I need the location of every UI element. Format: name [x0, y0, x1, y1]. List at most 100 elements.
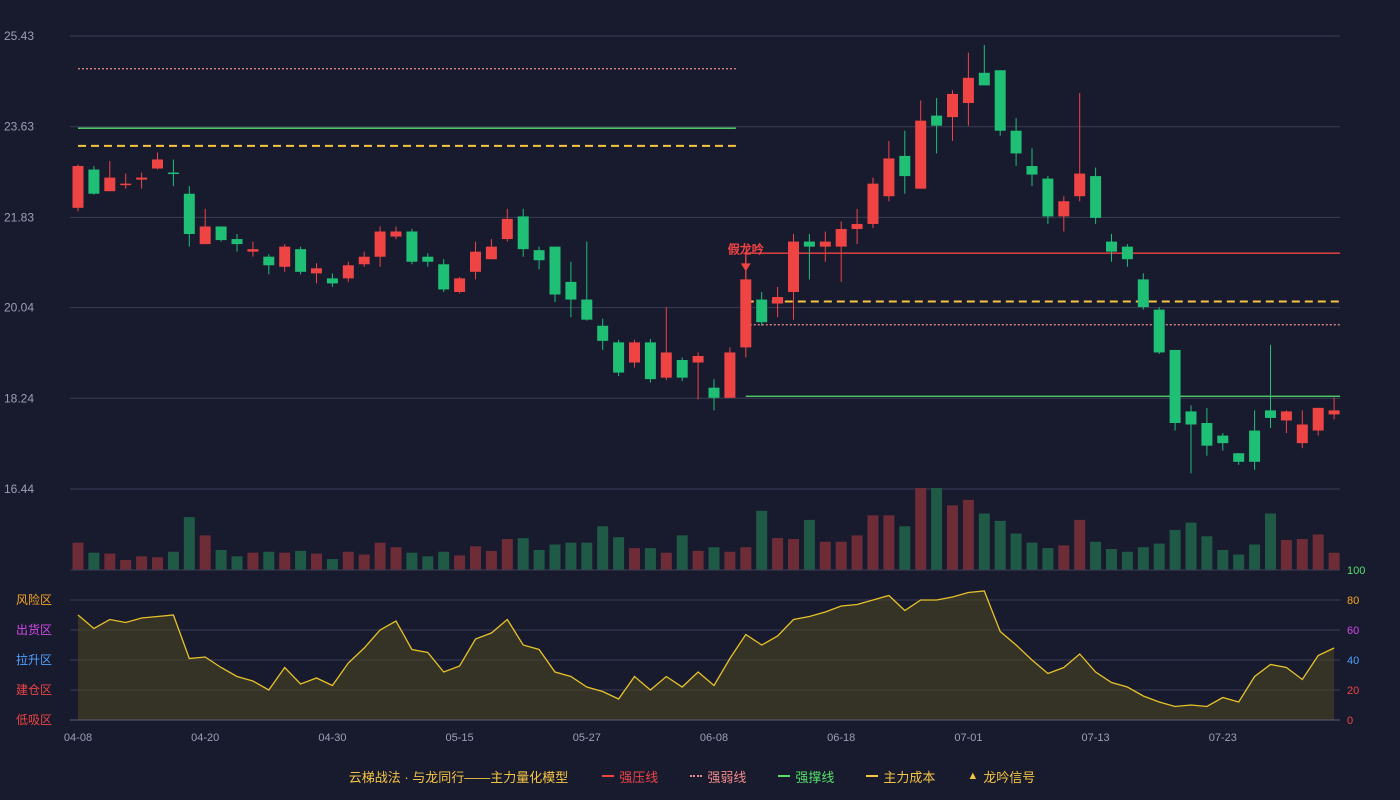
- volume-bar: [565, 542, 577, 570]
- candle-body: [1058, 201, 1070, 217]
- x-tick-label: 05-27: [573, 732, 601, 744]
- candle-body: [803, 241, 815, 247]
- volume-bar: [279, 552, 291, 570]
- volume-bar: [851, 535, 863, 570]
- volume-bar: [215, 549, 227, 570]
- x-tick-label: 05-15: [446, 732, 474, 744]
- legend-item-signal[interactable]: ▲ 龙吟信号: [967, 767, 1035, 786]
- candle-body: [931, 115, 943, 126]
- price-tick-label: 23.63: [4, 120, 34, 134]
- volume-bar: [1090, 541, 1102, 570]
- oscillator-zone-label: 风险区: [16, 592, 52, 607]
- candle-body: [152, 159, 163, 169]
- volume-bar: [549, 544, 561, 570]
- candle-body: [1137, 279, 1149, 308]
- candle-body: [994, 70, 1006, 131]
- legend-label: 强弱线: [707, 769, 747, 785]
- x-tick-label: 07-23: [1209, 732, 1237, 744]
- volume-bar: [342, 551, 354, 570]
- candle-body: [835, 228, 847, 247]
- legend-item-strong-pressure[interactable]: 强压线: [602, 767, 658, 786]
- price-grid: [70, 35, 1340, 490]
- volume-bar: [676, 535, 688, 570]
- volume-bar: [533, 549, 545, 570]
- candle-body: [120, 183, 132, 186]
- price-tick-label: 25.43: [4, 29, 34, 43]
- candle-body: [390, 231, 402, 237]
- legend-item-strong-weak[interactable]: 强弱线: [690, 767, 746, 786]
- candle-body: [613, 342, 625, 373]
- oscillator-tick-label: 60: [1347, 625, 1359, 637]
- candle-body: [231, 239, 243, 245]
- legend-item-main-cost[interactable]: 主力成本: [866, 767, 935, 786]
- candle-body: [517, 216, 529, 250]
- volume-bars: [72, 488, 1340, 570]
- signal-arrow-icon: [740, 263, 751, 272]
- candle-body: [1042, 178, 1054, 217]
- candle-body: [788, 241, 799, 292]
- candle-body: [438, 264, 450, 290]
- candle-body: [756, 299, 768, 323]
- candle-body: [326, 278, 338, 284]
- volume-bar: [311, 553, 322, 570]
- candle-body: [72, 166, 84, 208]
- candle-body: [533, 250, 545, 261]
- volume-bar: [390, 547, 402, 570]
- candle-body: [581, 299, 593, 320]
- candle-body: [454, 278, 466, 292]
- candle-body: [724, 352, 736, 398]
- volume-bar: [517, 538, 529, 570]
- legend: 云梯战法 · 与龙同行——主力量化模型 强压线 强弱线 强撑线 主力成本 ▲ 龙…: [0, 766, 1400, 786]
- oscillator-tick-label: 40: [1347, 655, 1359, 667]
- candle-body: [1280, 411, 1292, 421]
- candle-body: [1090, 176, 1102, 218]
- volume-bar: [1265, 513, 1276, 570]
- volume-bar: [406, 552, 418, 570]
- volume-bar: [374, 542, 386, 570]
- candle-body: [1153, 309, 1165, 353]
- candlesticks: [72, 45, 1340, 474]
- volume-bar: [629, 548, 640, 570]
- legend-item-strong-support[interactable]: 强撑线: [778, 767, 834, 786]
- legend-label: 主力成本: [883, 769, 936, 785]
- volume-bar: [1312, 534, 1324, 570]
- volume-bar: [1169, 529, 1181, 570]
- x-tick-label: 06-18: [827, 732, 855, 744]
- legend-swatch-icon: [778, 775, 791, 777]
- candle-body: [263, 256, 275, 266]
- volume-bar: [740, 547, 752, 570]
- volume-bar: [1153, 543, 1165, 570]
- candle-body: [565, 281, 577, 300]
- candle-body: [485, 246, 497, 260]
- candle-body: [740, 279, 752, 348]
- volume-bar: [1121, 551, 1133, 570]
- volume-bar: [660, 552, 672, 570]
- reference-lines: [78, 68, 1341, 397]
- oscillator-tick-label: 80: [1347, 595, 1359, 607]
- oscillator-series: [77, 590, 1335, 720]
- candle-body: [1185, 411, 1197, 425]
- candle-body: [915, 120, 927, 189]
- candle-body: [1328, 410, 1340, 415]
- volume-bar: [231, 556, 243, 570]
- volume-bar: [1058, 545, 1070, 570]
- candle-body: [279, 246, 291, 267]
- oscillator-zone-label: 低吸区: [16, 713, 52, 727]
- volume-bar: [120, 559, 132, 570]
- x-tick-label: 04-20: [191, 732, 219, 744]
- volume-bar: [438, 551, 450, 570]
- candle-body: [136, 177, 148, 180]
- candle-body: [883, 158, 895, 197]
- candle-body: [660, 352, 672, 378]
- candle-body: [422, 256, 434, 262]
- volume-bar: [803, 519, 815, 570]
- oscillator-tick-label: 20: [1347, 685, 1359, 697]
- candle-body: [1010, 130, 1022, 154]
- candle-body: [215, 226, 227, 241]
- candle-body: [1106, 241, 1117, 252]
- candle-body: [1169, 349, 1181, 423]
- chart-canvas: 25.43 23.63 21.83 20.04 18.24 16.44 假龙吟 100 80…: [4, 29, 1365, 744]
- candle-body: [104, 177, 116, 192]
- volume-bar: [581, 542, 593, 570]
- candle-body: [470, 251, 481, 272]
